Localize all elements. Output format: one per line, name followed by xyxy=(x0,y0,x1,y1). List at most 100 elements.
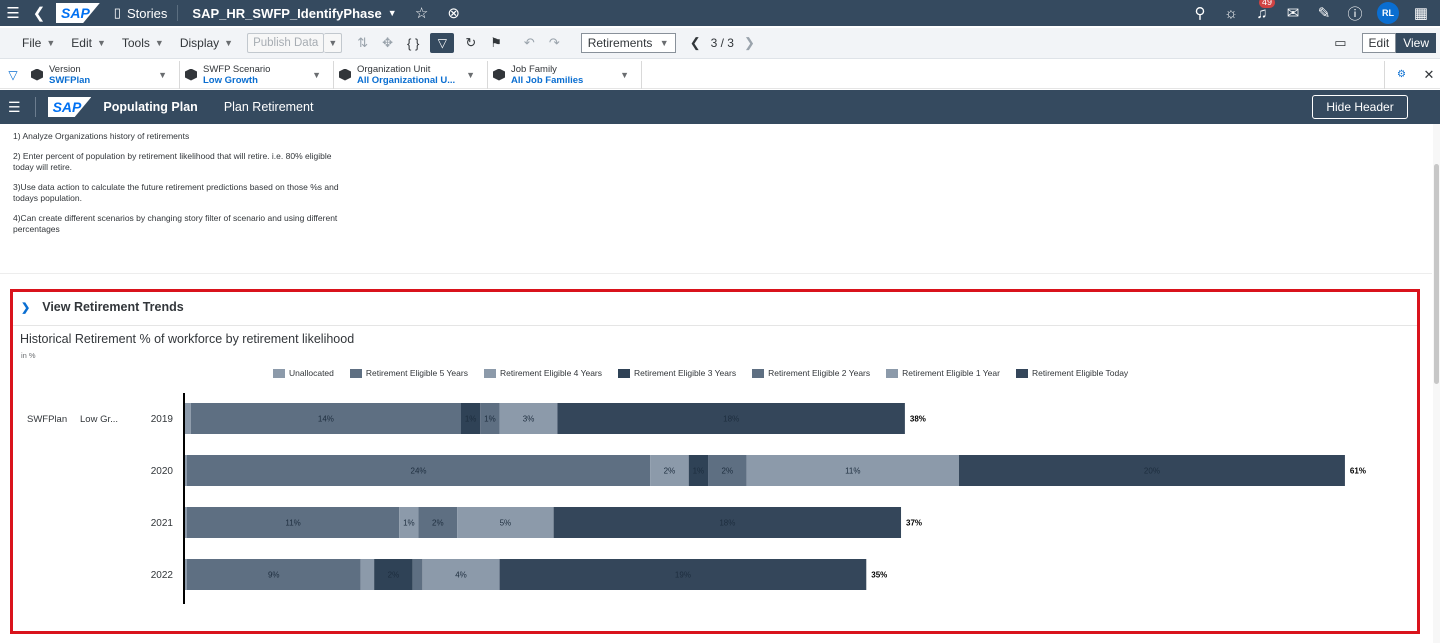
bar-segment xyxy=(185,507,187,538)
next-page-icon[interactable]: ❯ xyxy=(744,35,755,51)
instruction-1: 1) Analyze Organizations history of reti… xyxy=(13,131,190,141)
mass-entry-icon[interactable]: ⇅ xyxy=(350,35,375,51)
linked-analysis-icon[interactable]: ⚙ xyxy=(1384,60,1418,89)
chevron-down-icon: ▼ xyxy=(96,38,106,48)
feedback-icon[interactable]: ✎ xyxy=(1311,4,1337,22)
product-switch-icon[interactable]: ▦ xyxy=(1408,4,1434,22)
view-mode-button[interactable]: View xyxy=(1396,33,1436,53)
bar-segment xyxy=(185,455,187,486)
refresh-icon[interactable]: ↻ xyxy=(458,35,483,51)
stories-icon: ▯ xyxy=(113,5,121,20)
page-navigator: ❮ 3 / 3 ❯ xyxy=(690,35,755,51)
segment-label: 1% xyxy=(693,467,705,476)
shell-bar: ☰ ❮ SAP ▯ Stories SAP_HR_SWFP_IdentifyPh… xyxy=(0,0,1440,26)
page-counter: 3 / 3 xyxy=(710,36,734,50)
segment-label: 1% xyxy=(465,415,477,424)
notification-badge: 49 xyxy=(1259,0,1276,8)
chevron-down-icon: ▼ xyxy=(312,69,321,80)
menu-edit[interactable]: Edit ▼ xyxy=(63,36,114,50)
publish-data-button[interactable]: Publish Data xyxy=(247,33,325,53)
sap-logo: SAP xyxy=(56,3,100,23)
segment-label: 5% xyxy=(500,519,512,528)
filter-icon[interactable]: ▽ xyxy=(430,33,455,53)
lightbulb-icon[interactable]: ☼ xyxy=(1218,5,1244,22)
undo-icon[interactable]: ↶ xyxy=(517,35,542,51)
add-filter-icon[interactable]: ▽ xyxy=(0,68,26,82)
page-select[interactable]: Retirements ▼ xyxy=(580,33,676,53)
vertical-scrollbar[interactable] xyxy=(1433,124,1440,643)
back-icon[interactable]: ❮ xyxy=(26,4,52,22)
bar-segment xyxy=(360,559,375,590)
publish-dropdown-button[interactable]: ▼ xyxy=(324,33,343,53)
favorite-star-icon[interactable]: ☆ xyxy=(409,4,435,22)
segment-label: 11% xyxy=(285,519,300,528)
notification-bell-icon[interactable]: ♫ 49 xyxy=(1249,0,1276,22)
bar-segment xyxy=(185,559,187,590)
formula-icon[interactable]: { } xyxy=(400,36,426,51)
fullscreen-icon[interactable]: ▭ xyxy=(1327,35,1353,51)
segment-label: 24% xyxy=(411,467,427,476)
close-circle-icon[interactable]: ⊗ xyxy=(441,4,467,22)
stories-label: Stories xyxy=(126,5,168,21)
close-icon[interactable]: ✕ xyxy=(1418,67,1440,83)
category-label: 2022 xyxy=(151,570,174,581)
instruction-2: 2) Enter percent of population by retire… xyxy=(13,151,332,172)
segment-label: 9% xyxy=(268,571,280,580)
scrollbar-thumb[interactable] xyxy=(1434,164,1439,384)
chevron-down-icon: ▼ xyxy=(158,69,167,80)
sap-logo: SAP xyxy=(47,97,92,117)
menu-display[interactable]: Display ▼ xyxy=(172,36,241,50)
story-toolbar: File ▼ Edit ▼ Tools ▼ Display ▼ Publish Data… xyxy=(0,28,1440,59)
app-title: Populating Plan xyxy=(103,100,198,114)
redo-icon[interactable]: ↷ xyxy=(542,35,567,51)
discussion-icon[interactable]: ✉ xyxy=(1280,4,1306,22)
allocate-icon[interactable]: ✥ xyxy=(375,35,400,51)
search-icon[interactable]: ⚲ xyxy=(1187,4,1213,22)
bookmark-icon[interactable]: ⚑ xyxy=(483,35,509,51)
total-label: 35% xyxy=(871,571,887,580)
app-header: ☰ SAP Populating Plan Plan Retirement Hi… xyxy=(0,90,1440,124)
category-label: 2019 xyxy=(151,414,174,425)
instructions-text: 1) Analyze Organizations history of reti… xyxy=(13,131,343,244)
bar-segment xyxy=(185,403,191,434)
segment-label: 20% xyxy=(1144,467,1160,476)
hide-header-button[interactable]: Hide Header xyxy=(1312,95,1408,119)
bar-segment xyxy=(412,559,423,590)
chevron-down-icon: ▼ xyxy=(154,38,164,48)
dimension-cube-icon xyxy=(339,68,351,81)
chevron-down-icon[interactable]: ▼ xyxy=(388,8,397,18)
total-label: 61% xyxy=(1350,467,1366,476)
instruction-3: 3)Use data action to calculate the futur… xyxy=(13,182,339,203)
segment-label: 2% xyxy=(388,571,400,580)
help-icon[interactable]: ⓘ xyxy=(1342,3,1368,24)
menu-icon[interactable]: ☰ xyxy=(0,99,21,116)
segment-label: 2% xyxy=(722,467,734,476)
filter-organization-unit[interactable]: Organization Unit All Organizational U...… xyxy=(334,60,488,89)
segment-label: 1% xyxy=(403,519,415,528)
segment-label: 14% xyxy=(318,415,334,424)
chevron-down-icon: ▼ xyxy=(659,38,669,48)
stacked-bar-chart: 2019 14% 1% 1% 3% 18% 38% 2020 24% 2% 1% 2% 11% 20% 61… xyxy=(151,393,1366,604)
instruction-4: 4)Can create different scenarios by chan… xyxy=(13,213,338,234)
story-title[interactable]: SAP_HR_SWFP_IdentifyPhase xyxy=(178,6,387,21)
dimension-cube-icon xyxy=(493,68,505,81)
menu-tools[interactable]: Tools ▼ xyxy=(114,36,172,50)
dimension-cube-icon xyxy=(185,68,197,81)
filter-version[interactable]: Version SWFPlan ▼ xyxy=(26,60,180,89)
segment-label: 3% xyxy=(523,415,535,424)
edit-mode-button[interactable]: Edit xyxy=(1361,33,1397,53)
story-filter-bar: ▽ Version SWFPlan ▼ SWFP Scenario Low Grow… xyxy=(0,60,1440,89)
segment-label: 2% xyxy=(432,519,444,528)
previous-page-icon[interactable]: ❮ xyxy=(690,35,701,51)
menu-icon[interactable]: ☰ xyxy=(0,4,26,22)
stories-link[interactable]: ▯ Stories xyxy=(104,5,179,21)
dimension-cube-icon xyxy=(31,68,43,81)
tab-plan-retirement[interactable]: Plan Retirement xyxy=(224,100,314,114)
total-label: 38% xyxy=(910,415,926,424)
avatar[interactable]: RL xyxy=(1377,2,1399,24)
filter-job-family[interactable]: Job Family All Job Families ▼ xyxy=(488,60,642,89)
chevron-down-icon: ▼ xyxy=(328,38,338,48)
filter-swfp-scenario[interactable]: SWFP Scenario Low Growth ▼ xyxy=(180,60,334,89)
segment-label: 4% xyxy=(455,571,467,580)
menu-file[interactable]: File ▼ xyxy=(14,36,63,50)
